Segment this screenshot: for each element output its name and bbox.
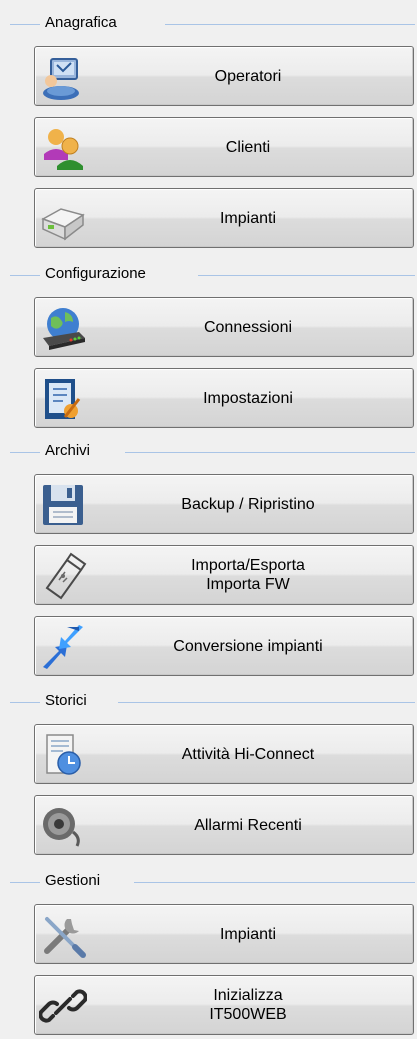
settings-doc-icon [45, 379, 81, 419]
allarmi-recenti-label: Allarmi Recenti [194, 816, 302, 834]
link-icon [39, 989, 87, 1023]
importa-esporta-label: Importa/Esporta Importa FW [191, 557, 305, 593]
section-header-archivi: Archivi [0, 440, 417, 464]
attivita-hi-connect-label: Attività Hi-Connect [181, 745, 315, 763]
connessioni-label: Connessioni [203, 318, 293, 336]
divider-right [165, 24, 415, 25]
conversione-impianti-label: Conversione impianti [173, 637, 323, 655]
divider-right [125, 452, 415, 453]
section-title-archivi: Archivi [45, 442, 97, 460]
importa-esporta-button[interactable]: Importa/Esporta Importa FW [34, 545, 414, 605]
clienti-label: Clienti [225, 138, 271, 156]
backup-ripristino-label: Backup / Ripristino [181, 495, 315, 513]
impostazioni-label: Impostazioni [203, 389, 293, 407]
section-header-configurazione: Configurazione [0, 263, 417, 287]
usb-icon [45, 552, 87, 600]
impianti-button[interactable]: Impianti [34, 188, 414, 248]
divider-left [10, 24, 40, 25]
divider-right [134, 882, 415, 883]
convert-arrows-icon [43, 625, 83, 669]
floppy-disk-icon [43, 485, 83, 525]
gestioni-impianti-label: Impianti [219, 925, 277, 943]
clients-icon [44, 129, 83, 170]
operatori-label: Operatori [214, 67, 282, 85]
gestioni-impianti-button[interactable]: Impianti [34, 904, 414, 964]
impostazioni-button[interactable]: Impostazioni [34, 368, 414, 428]
section-header-anagrafica: Anagrafica [0, 12, 417, 36]
divider-right [118, 702, 415, 703]
inizializza-it500web-button[interactable]: Inizializza IT500WEB [34, 975, 414, 1035]
speaker-icon [43, 808, 80, 847]
section-title-gestioni: Gestioni [45, 872, 107, 890]
navigation-panel: Anagrafica Operatori Clienti Impianti Co… [0, 0, 417, 1039]
section-header-gestioni: Gestioni [0, 870, 417, 894]
device-icon [41, 208, 85, 241]
operatori-button[interactable]: Operatori [34, 46, 414, 106]
divider-right [198, 275, 415, 276]
operator-icon [43, 58, 79, 100]
allarmi-recenti-button[interactable]: Allarmi Recenti [34, 795, 414, 855]
attivita-hi-connect-button[interactable]: Attività Hi-Connect [34, 724, 414, 784]
section-header-storici: Storici [0, 690, 417, 714]
inizializza-it500web-label: Inizializza IT500WEB [209, 987, 287, 1023]
section-title-configurazione: Configurazione [45, 265, 152, 283]
activity-log-icon [46, 734, 81, 775]
tools-icon [44, 917, 86, 958]
globe-network-icon [43, 308, 85, 350]
divider-left [10, 702, 40, 703]
impianti-label: Impianti [219, 209, 277, 227]
section-title-storici: Storici [45, 692, 93, 710]
divider-left [10, 275, 40, 276]
connessioni-button[interactable]: Connessioni [34, 297, 414, 357]
clienti-button[interactable]: Clienti [34, 117, 414, 177]
conversione-impianti-button[interactable]: Conversione impianti [34, 616, 414, 676]
backup-ripristino-button[interactable]: Backup / Ripristino [34, 474, 414, 534]
divider-left [10, 452, 40, 453]
divider-left [10, 882, 40, 883]
section-title-anagrafica: Anagrafica [45, 14, 123, 32]
